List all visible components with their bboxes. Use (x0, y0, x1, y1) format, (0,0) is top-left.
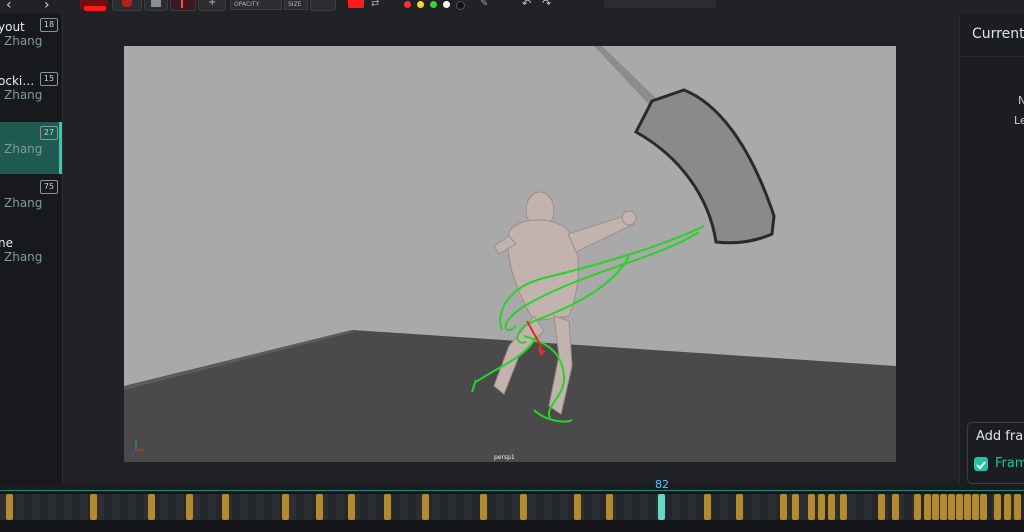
keyframe-marker[interactable] (422, 494, 429, 520)
keyframe-marker[interactable] (828, 494, 835, 520)
shot-list-item[interactable]: yout Zhang 18 (0, 14, 62, 66)
keyframe-marker[interactable] (186, 494, 193, 520)
keyframe-marker[interactable] (704, 494, 711, 520)
animation-viewport[interactable] (124, 46, 896, 462)
opacity-control[interactable]: OPACITY (230, 0, 282, 10)
keyframe-marker[interactable] (316, 494, 323, 520)
color-yellow[interactable] (417, 1, 424, 8)
stop-icon (122, 0, 132, 7)
shot-list-item[interactable]: Zhang 75 (0, 176, 62, 228)
keyframe-marker[interactable] (348, 494, 355, 520)
shot-owner: Zhang (4, 196, 43, 210)
keyframe-marker[interactable] (972, 494, 979, 520)
redo-icon[interactable]: ↷ (542, 0, 551, 10)
keyframe-marker[interactable] (148, 494, 155, 520)
shot-comment-count: 75 (40, 180, 58, 194)
keyframe-marker[interactable] (964, 494, 971, 520)
keyframe-marker[interactable] (878, 494, 885, 520)
stop-button[interactable] (112, 0, 142, 11)
right-panel: Current N Le (959, 14, 1024, 484)
undo-icon[interactable]: ↶ (522, 0, 531, 10)
shot-title: ne (0, 236, 13, 250)
pen-icon (181, 0, 183, 8)
scene-render[interactable] (124, 46, 896, 462)
keyframe-marker[interactable] (948, 494, 955, 520)
keyframe-marker[interactable] (914, 494, 921, 520)
keyframe-marker[interactable] (780, 494, 787, 520)
panel-label-n: N (1018, 94, 1024, 107)
keyframe-marker[interactable] (520, 494, 527, 520)
keyframe-marker[interactable] (6, 494, 13, 520)
keyframe-marker[interactable] (282, 494, 289, 520)
keyframe-marker[interactable] (222, 494, 229, 520)
active-color-swatch[interactable] (348, 0, 364, 8)
move-button[interactable]: + (198, 0, 226, 11)
shot-comment-count: 18 (40, 18, 58, 32)
move-icon: + (208, 0, 217, 8)
keyframe-marker[interactable] (940, 494, 947, 520)
keyframe-marker[interactable] (1014, 494, 1021, 520)
keyframe-marker[interactable] (736, 494, 743, 520)
panel-title: Current (972, 26, 1024, 42)
active-indicator (59, 122, 62, 174)
shot-owner: Zhang (4, 250, 43, 264)
pen-button[interactable] (170, 0, 196, 11)
forward-icon[interactable]: › (44, 0, 50, 13)
current-keyframe-marker[interactable] (658, 494, 665, 520)
add-frame-title: Add fra (976, 429, 1024, 444)
frame-checkbox[interactable] (974, 457, 988, 471)
color-red[interactable] (404, 1, 411, 8)
shot-list-item-active[interactable]: Zhang 27 (0, 122, 62, 174)
keyframe-marker[interactable] (924, 494, 931, 520)
shot-comment-count: 15 (40, 72, 58, 86)
size-control[interactable]: SIZE (284, 0, 308, 10)
toolbar-field[interactable] (604, 0, 716, 8)
color-green[interactable] (430, 1, 437, 8)
keyframe-marker[interactable] (818, 494, 825, 520)
keyframe-marker[interactable] (90, 494, 97, 520)
keyframe-marker[interactable] (932, 494, 939, 520)
keyframe-marker[interactable] (956, 494, 963, 520)
eyedropper-icon[interactable]: ✎ (480, 0, 488, 9)
shot-owner: Zhang (4, 142, 43, 156)
add-frame-panel: Add fra Fram (967, 422, 1024, 484)
color-white[interactable] (443, 1, 450, 8)
back-icon[interactable]: ‹ (6, 0, 12, 13)
shot-list-item[interactable]: ocki… Zhang 15 (0, 68, 62, 120)
keyframe-marker[interactable] (840, 494, 847, 520)
color-black[interactable] (456, 1, 465, 10)
panel-divider (960, 56, 1024, 57)
keyframe-marker[interactable] (980, 494, 987, 520)
frame-checkbox-label[interactable]: Fram (995, 456, 1024, 471)
keyframe-marker[interactable] (384, 494, 391, 520)
layer-button[interactable] (144, 0, 168, 11)
record-indicator (84, 6, 106, 11)
top-toolbar: ‹ › + OPACITY SIZE ⇄ ✎ ↶ ↷ (0, 0, 1024, 14)
bottom-toolbar (0, 522, 1024, 532)
keyframe-marker[interactable] (574, 494, 581, 520)
keyframe-marker[interactable] (808, 494, 815, 520)
square-icon (151, 0, 161, 7)
shot-comment-count: 27 (40, 126, 58, 140)
shot-title: yout (0, 20, 25, 34)
shot-list-sidebar: yout Zhang 18 ocki… Zhang 15 Zhang 27 Zh… (0, 14, 63, 484)
shot-title: ocki… (0, 74, 35, 88)
camera-label: persp1 (494, 454, 515, 461)
keyframe-marker[interactable] (892, 494, 899, 520)
checkmark-icon (976, 461, 986, 470)
keyframe-marker[interactable] (792, 494, 799, 520)
shot-owner: Zhang (4, 34, 43, 48)
keyframe-marker[interactable] (606, 494, 613, 520)
keyframe-marker[interactable] (1004, 494, 1011, 520)
swap-colors-icon[interactable]: ⇄ (371, 0, 379, 9)
shot-list-item[interactable]: ne Zhang (0, 230, 62, 282)
keyframe-marker[interactable] (994, 494, 1001, 520)
keyframe-marker[interactable] (480, 494, 487, 520)
shot-owner: Zhang (4, 88, 43, 102)
size-value[interactable] (310, 0, 336, 11)
panel-label-le: Le (1014, 114, 1024, 127)
